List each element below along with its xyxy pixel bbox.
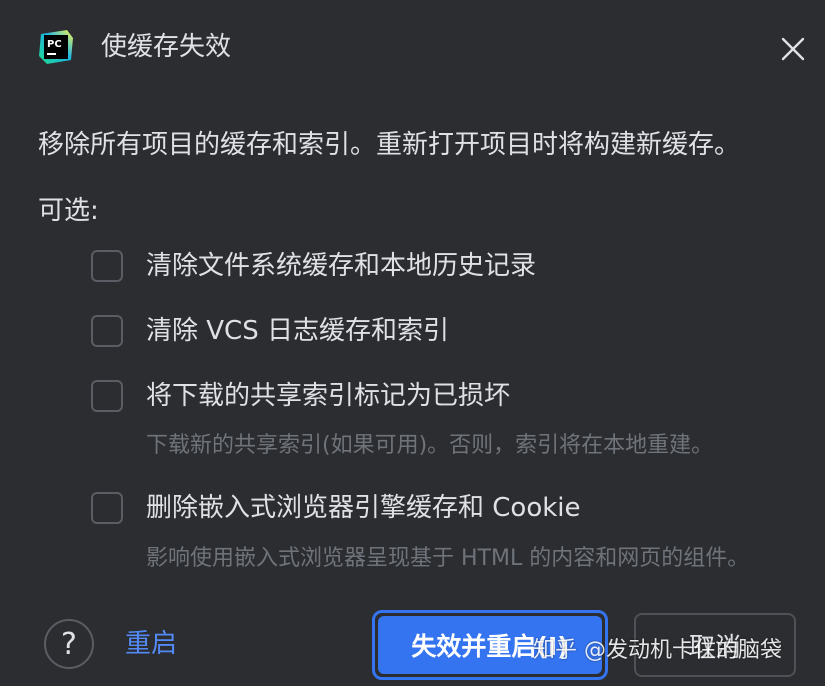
- dialog-title: 使缓存失效: [101, 32, 232, 62]
- close-icon[interactable]: [780, 36, 806, 62]
- option-checkbox[interactable]: [91, 315, 123, 347]
- option-label: 清除 VCS 日志缓存和索引: [146, 316, 449, 346]
- help-icon: ?: [61, 626, 77, 662]
- option-checkbox[interactable]: [91, 250, 123, 282]
- option-checkbox[interactable]: [91, 492, 123, 524]
- option-mark-shared-indexes-broken[interactable]: 将下载的共享索引标记为已损坏: [91, 377, 510, 415]
- pycharm-icon: PC: [39, 30, 73, 64]
- option-clear-browser-cache[interactable]: 删除嵌入式浏览器引擎缓存和 Cookie: [91, 489, 581, 527]
- cancel-button[interactable]: 取消: [634, 613, 796, 677]
- option-label: 删除嵌入式浏览器引擎缓存和 Cookie: [146, 493, 581, 523]
- invalidate-and-restart-label: 失效并重启(I): [378, 616, 602, 674]
- invalidate-and-restart-button[interactable]: 失效并重启(I): [372, 610, 608, 680]
- option-clear-fs-cache[interactable]: 清除文件系统缓存和本地历史记录: [91, 247, 536, 285]
- option-clear-vcs-cache[interactable]: 清除 VCS 日志缓存和索引: [91, 312, 449, 350]
- option-checkbox[interactable]: [91, 380, 123, 412]
- option-hint: 影响使用嵌入式浏览器呈现基于 HTML 的内容和网页的组件。: [146, 546, 750, 571]
- dialog-description: 移除所有项目的缓存和索引。重新打开项目时将构建新缓存。: [38, 130, 741, 160]
- restart-link[interactable]: 重启: [125, 626, 177, 662]
- help-button[interactable]: ?: [44, 619, 94, 669]
- app-icon-text: PC: [47, 39, 62, 50]
- option-hint: 下载新的共享索引(如果可用)。否则，索引将在本地重建。: [146, 433, 714, 458]
- option-label: 将下载的共享索引标记为已损坏: [146, 381, 511, 411]
- optional-label: 可选:: [38, 196, 99, 226]
- option-label: 清除文件系统缓存和本地历史记录: [146, 251, 537, 281]
- invalidate-caches-dialog: PC 使缓存失效 移除所有项目的缓存和索引。重新打开项目时将构建新缓存。 可选:…: [0, 0, 825, 686]
